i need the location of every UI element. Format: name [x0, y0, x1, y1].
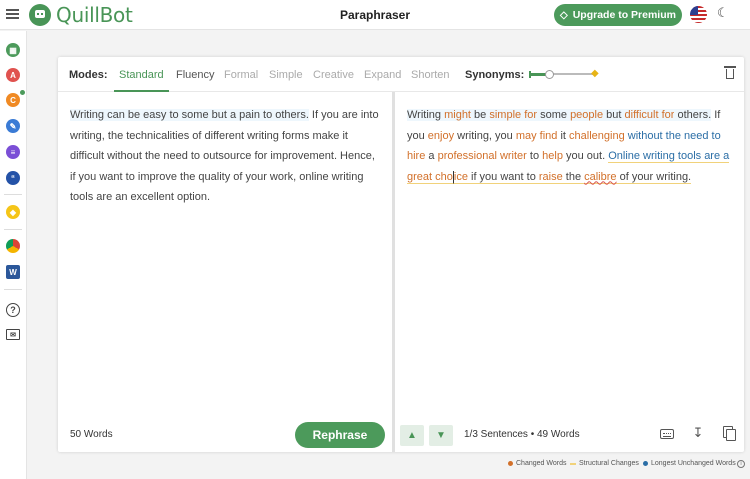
co-writer-icon[interactable]: ✎: [6, 119, 20, 133]
output-token: without the need to: [624, 129, 721, 142]
sidebar-divider: [4, 194, 22, 195]
output-token[interactable]: may find: [516, 130, 558, 142]
word-addin-icon[interactable]: W: [6, 265, 20, 279]
legend-unchanged-label: Longest Unchanged Words: [651, 460, 736, 467]
tab-creative[interactable]: Creative: [313, 69, 354, 81]
paraphraser-icon[interactable]: ▦: [6, 43, 20, 57]
active-tab-indicator: [114, 90, 169, 92]
top-bar: QuillBot Paraphraser ◇ Upgrade to Premiu…: [0, 0, 750, 30]
output-token: others.: [674, 109, 712, 121]
plagiarism-checker-icon[interactable]: C: [6, 93, 20, 107]
sidebar-divider: [4, 289, 22, 290]
legend-changed: Changed Words: [508, 460, 566, 467]
grammar-checker-icon[interactable]: A: [6, 68, 20, 82]
modes-label: Modes:: [69, 69, 108, 81]
chrome-extension-icon[interactable]: [6, 239, 20, 253]
us-flag-icon[interactable]: [690, 6, 707, 23]
new-badge-dot: [20, 90, 25, 95]
tab-shorten[interactable]: Shorten: [411, 69, 450, 81]
premium-gem-icon[interactable]: ◆: [6, 205, 20, 219]
upgrade-button[interactable]: ◇ Upgrade to Premium: [554, 4, 682, 26]
slider-tick: [529, 71, 531, 78]
sidebar: ▦ A C ✎ ≡ “ ◆ W ? ✉: [0, 31, 27, 479]
output-text[interactable]: Writing might be simple for some people …: [407, 105, 737, 187]
sidebar-divider: [4, 229, 22, 230]
output-token: some: [537, 109, 571, 121]
output-token: if you want to: [467, 170, 539, 184]
output-token[interactable]: enjoy: [428, 130, 454, 142]
changed-dot: [508, 461, 513, 466]
output-token: writing, you: [454, 129, 516, 142]
output-token[interactable]: challenging: [569, 130, 625, 142]
next-sentence-button[interactable]: ▼: [429, 425, 453, 446]
gem-icon: ◇: [560, 9, 568, 21]
dark-mode-icon[interactable]: ☾: [717, 5, 729, 21]
chevron-down-icon: ▼: [436, 430, 446, 441]
tab-fluency[interactable]: Fluency: [176, 69, 215, 81]
info-icon[interactable]: i: [737, 460, 745, 468]
tab-expand[interactable]: Expand: [364, 69, 401, 81]
premium-gem-icon: ◆: [591, 68, 599, 79]
citation-generator-icon[interactable]: “: [6, 171, 20, 185]
synonyms-label: Synonyms:: [465, 69, 525, 81]
output-token[interactable]: help: [542, 150, 563, 162]
legend-changed-label: Changed Words: [516, 460, 567, 467]
download-icon[interactable]: ↧: [691, 426, 705, 440]
legend-structural: Structural Changes: [570, 460, 639, 467]
chevron-up-icon: ▲: [407, 430, 417, 441]
output-token[interactable]: might: [444, 109, 471, 121]
copy-icon[interactable]: [722, 426, 736, 441]
output-token: the: [562, 170, 585, 184]
legend-unchanged: Longest Unchanged Words: [643, 460, 736, 467]
input-highlighted-sentence: Writing can be easy to some but a pain t…: [70, 109, 309, 121]
mail-icon[interactable]: ✉: [6, 329, 20, 340]
synonyms-slider[interactable]: [529, 70, 594, 79]
output-token[interactable]: professional writer: [438, 150, 527, 162]
previous-sentence-button[interactable]: ▲: [400, 425, 424, 446]
output-token: be: [471, 109, 490, 121]
tab-standard[interactable]: Standard: [119, 69, 164, 81]
upgrade-label: Upgrade to Premium: [572, 9, 676, 21]
output-token: it: [557, 129, 570, 142]
rephrase-button[interactable]: Rephrase: [295, 422, 385, 448]
output-token[interactable]: hire: [407, 150, 425, 162]
word-count: 50 Words: [70, 429, 113, 440]
slider-knob[interactable]: [545, 70, 554, 79]
tab-formal[interactable]: Formal: [224, 69, 258, 81]
sentence-info: 1/3 Sentences • 49 Words: [464, 429, 580, 440]
modes-toolbar: Modes: Standard Fluency Formal Simple Cr…: [58, 57, 744, 92]
summarizer-icon[interactable]: ≡: [6, 145, 20, 159]
output-token[interactable]: calibre: [584, 170, 617, 184]
input-rest: If you are into writing, the technicalit…: [70, 109, 379, 203]
output-token[interactable]: great cho: [407, 170, 453, 184]
slider-track: [549, 73, 594, 75]
help-icon[interactable]: ?: [6, 303, 20, 317]
output-token: you out.: [562, 150, 609, 162]
output-token[interactable]: ice: [452, 170, 468, 184]
output-token[interactable]: difficult for: [624, 109, 675, 121]
output-token[interactable]: people: [570, 109, 604, 121]
paraphraser-card: Modes: Standard Fluency Formal Simple Cr…: [58, 57, 744, 452]
output-token[interactable]: simple for: [489, 109, 538, 121]
legend-structural-label: Structural Changes: [579, 460, 639, 467]
output-token: of your writing.: [616, 170, 692, 184]
trash-icon[interactable]: [724, 66, 736, 79]
output-token: a: [425, 150, 438, 162]
output-token: Writing: [407, 109, 442, 121]
unchanged-dot: [643, 461, 648, 466]
output-token: Online writing tools are a: [608, 150, 730, 163]
output-token: to: [526, 150, 543, 162]
output-token: but: [603, 109, 625, 121]
structural-bar: [570, 462, 576, 465]
output-token[interactable]: raise: [538, 170, 563, 184]
keyboard-icon[interactable]: [660, 429, 674, 439]
pane-divider[interactable]: [392, 92, 395, 452]
input-textarea[interactable]: Writing can be easy to some but a pain t…: [70, 105, 382, 208]
tab-simple[interactable]: Simple: [269, 69, 303, 81]
